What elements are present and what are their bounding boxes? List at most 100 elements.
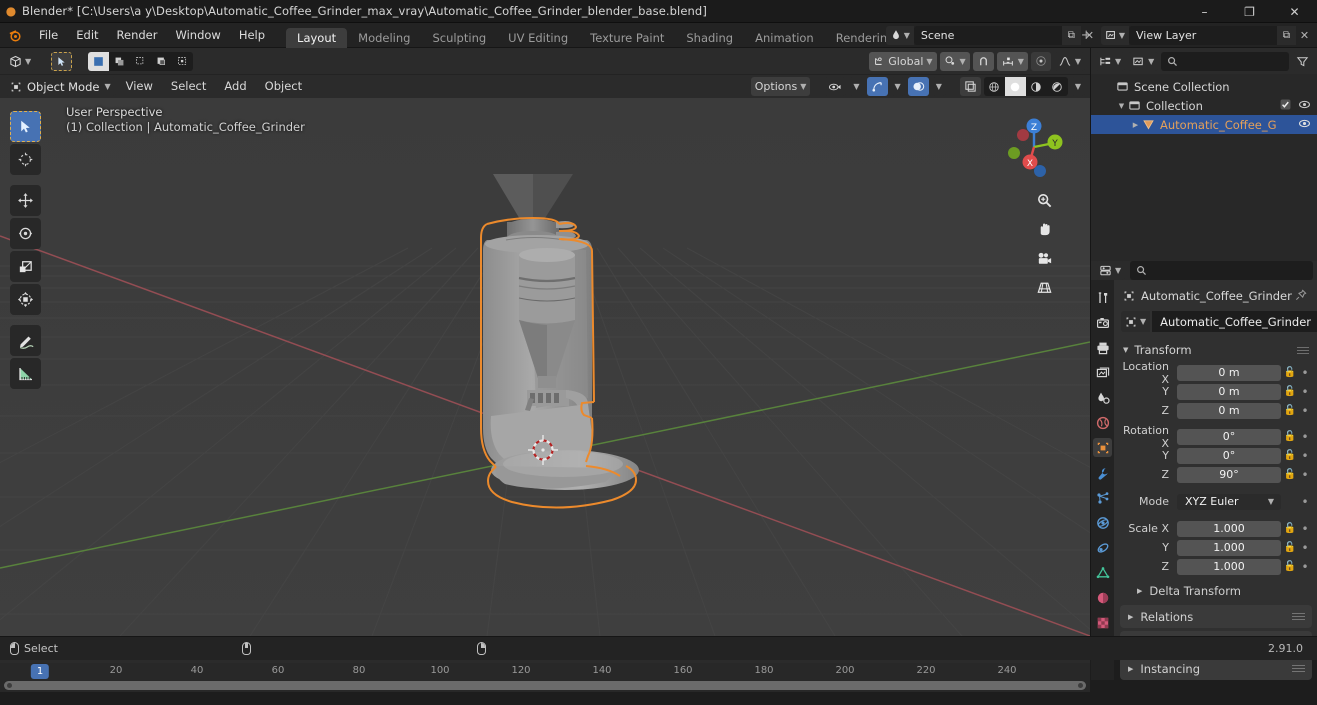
show-gizmo-icon[interactable]: [866, 77, 888, 96]
transform-tool[interactable]: [10, 284, 41, 315]
lock-icon[interactable]: 🔓: [1281, 431, 1299, 442]
animate-dot-icon[interactable]: •: [1299, 496, 1311, 508]
gizmo-dropdown[interactable]: ▼: [890, 77, 905, 96]
object-mode-selector[interactable]: Object Mode ▼: [5, 77, 116, 96]
viewport-menu-select[interactable]: Select: [163, 77, 214, 96]
lock-icon[interactable]: 🔓: [1281, 386, 1299, 397]
outliner-search-input[interactable]: [1161, 51, 1289, 71]
tab-layout[interactable]: Layout: [286, 27, 348, 48]
delta-transform-panel[interactable]: ▶ Delta Transform: [1119, 580, 1313, 602]
pivot-point-selector[interactable]: ▼: [939, 51, 970, 71]
editor-type-selector[interactable]: ▼: [5, 51, 36, 71]
filter-icon[interactable]: [1292, 51, 1313, 71]
tab-texture-paint[interactable]: Texture Paint: [579, 28, 675, 48]
location-z-field[interactable]: 0 m: [1177, 402, 1281, 419]
select-tool-mode[interactable]: [51, 51, 73, 71]
tab-sculpting[interactable]: Sculpting: [421, 28, 497, 48]
scene-tab[interactable]: [1093, 388, 1112, 407]
shading-wireframe-icon[interactable]: [984, 77, 1005, 96]
unlink-scene-button[interactable]: ✕: [1081, 26, 1098, 45]
rotation-mode-dropdown[interactable]: XYZ Euler ▼: [1177, 493, 1281, 510]
snap-magnet-icon[interactable]: [972, 51, 994, 71]
instancing-panel[interactable]: ▶ Instancing: [1120, 657, 1312, 680]
animate-dot-icon[interactable]: •: [1299, 367, 1311, 379]
menu-edit[interactable]: Edit: [67, 23, 107, 48]
animate-dot-icon[interactable]: •: [1299, 523, 1311, 535]
object-tab[interactable]: [1093, 438, 1112, 457]
navigation-gizmo[interactable]: Z Y X: [1000, 113, 1068, 181]
view-layer-tab[interactable]: [1093, 363, 1112, 382]
scene-name-field[interactable]: Scene: [913, 25, 1062, 45]
scene-icon[interactable]: ▼: [885, 25, 914, 45]
animate-dot-icon[interactable]: •: [1299, 561, 1311, 573]
animate-dot-icon[interactable]: •: [1299, 542, 1311, 554]
annotate-tool[interactable]: [10, 325, 41, 356]
transform-panel-header[interactable]: ▼ Transform: [1119, 340, 1313, 360]
animate-dot-icon[interactable]: •: [1299, 431, 1311, 443]
tab-animation[interactable]: Animation: [744, 28, 825, 48]
toggle-perspective-icon[interactable]: [1034, 277, 1054, 297]
scale-z-field[interactable]: 1.000: [1177, 558, 1281, 575]
view-layer-icon[interactable]: ▼: [1100, 25, 1129, 45]
viewport-menu-add[interactable]: Add: [216, 77, 254, 96]
transform-orientation-selector[interactable]: Global ▼: [869, 51, 937, 71]
pan-hand-icon[interactable]: [1034, 219, 1054, 239]
rotate-tool[interactable]: [10, 218, 41, 249]
scale-y-field[interactable]: 1.000: [1177, 539, 1281, 556]
timeline-ruler[interactable]: 1 20 40 60 80 100 120 140 160 180 200 22…: [0, 663, 1090, 681]
animate-dot-icon[interactable]: •: [1299, 405, 1311, 417]
blender-logo-icon[interactable]: [0, 28, 30, 43]
lock-icon[interactable]: 🔓: [1281, 450, 1299, 461]
shading-material-preview-icon[interactable]: [1026, 77, 1047, 96]
menu-window[interactable]: Window: [166, 23, 229, 48]
scale-x-field[interactable]: 1.000: [1177, 520, 1281, 537]
viewport-3d[interactable]: User Perspective (1) Collection | Automa…: [0, 98, 1090, 636]
viewport-menu-object[interactable]: Object: [257, 77, 310, 96]
location-x-field[interactable]: 0 m: [1177, 364, 1281, 381]
visibility-eye-icon[interactable]: [1298, 118, 1311, 132]
remove-view-layer-button[interactable]: ✕: [1296, 26, 1313, 45]
shading-dropdown[interactable]: ▼: [1070, 77, 1085, 96]
new-view-layer-button[interactable]: ⧉: [1277, 25, 1296, 45]
show-overlays-icon[interactable]: [907, 77, 929, 96]
menu-help[interactable]: Help: [230, 23, 274, 48]
proportional-editing-icon[interactable]: [1030, 51, 1051, 71]
lock-icon[interactable]: 🔓: [1281, 469, 1299, 480]
properties-search-input[interactable]: [1130, 261, 1313, 280]
select-subtract-icon[interactable]: [130, 52, 151, 71]
material-tab[interactable]: [1093, 588, 1112, 607]
modifier-tab[interactable]: [1093, 463, 1112, 482]
collection-checkbox[interactable]: [1280, 99, 1291, 113]
camera-view-icon[interactable]: [1034, 248, 1054, 268]
select-extend-icon[interactable]: [109, 52, 130, 71]
shading-rendered-icon[interactable]: [1047, 77, 1068, 96]
view-layer-name-field[interactable]: View Layer: [1129, 25, 1277, 45]
pin-icon[interactable]: [1295, 289, 1307, 304]
rotation-z-field[interactable]: 90°: [1177, 466, 1281, 483]
move-tool[interactable]: [10, 185, 41, 216]
menu-render[interactable]: Render: [108, 23, 167, 48]
outliner-editor-type-selector[interactable]: ▼: [1095, 51, 1126, 71]
animate-dot-icon[interactable]: •: [1299, 386, 1311, 398]
particles-tab[interactable]: [1093, 488, 1112, 507]
tab-modeling[interactable]: Modeling: [347, 28, 421, 48]
object-name-field[interactable]: Automatic_Coffee_Grinder: [1152, 311, 1317, 332]
lock-icon[interactable]: 🔓: [1281, 561, 1299, 572]
outliner-row-automatic-coffee-grinder[interactable]: ▶ Automatic_Coffee_G: [1091, 115, 1317, 134]
lock-icon[interactable]: 🔓: [1281, 367, 1299, 378]
cursor-tool[interactable]: [10, 144, 41, 175]
viewport-menu-view[interactable]: View: [118, 77, 161, 96]
toggle-xray-icon[interactable]: [959, 77, 981, 96]
options-dropdown[interactable]: Options ▼: [750, 77, 811, 96]
new-scene-button[interactable]: ⧉: [1061, 25, 1081, 45]
proportional-falloff-selector[interactable]: ▼: [1053, 51, 1085, 71]
relations-panel[interactable]: ▶ Relations: [1120, 605, 1312, 628]
properties-editor-type-selector[interactable]: ▼: [1095, 261, 1126, 280]
expand-triangle[interactable]: ▼: [1115, 102, 1128, 110]
minimize-button[interactable]: –: [1182, 0, 1227, 23]
location-y-field[interactable]: 0 m: [1177, 383, 1281, 400]
measure-tool[interactable]: [10, 358, 41, 389]
output-tab[interactable]: [1093, 338, 1112, 357]
snap-to-selector[interactable]: ▼: [996, 51, 1028, 71]
close-button[interactable]: ✕: [1272, 0, 1317, 23]
